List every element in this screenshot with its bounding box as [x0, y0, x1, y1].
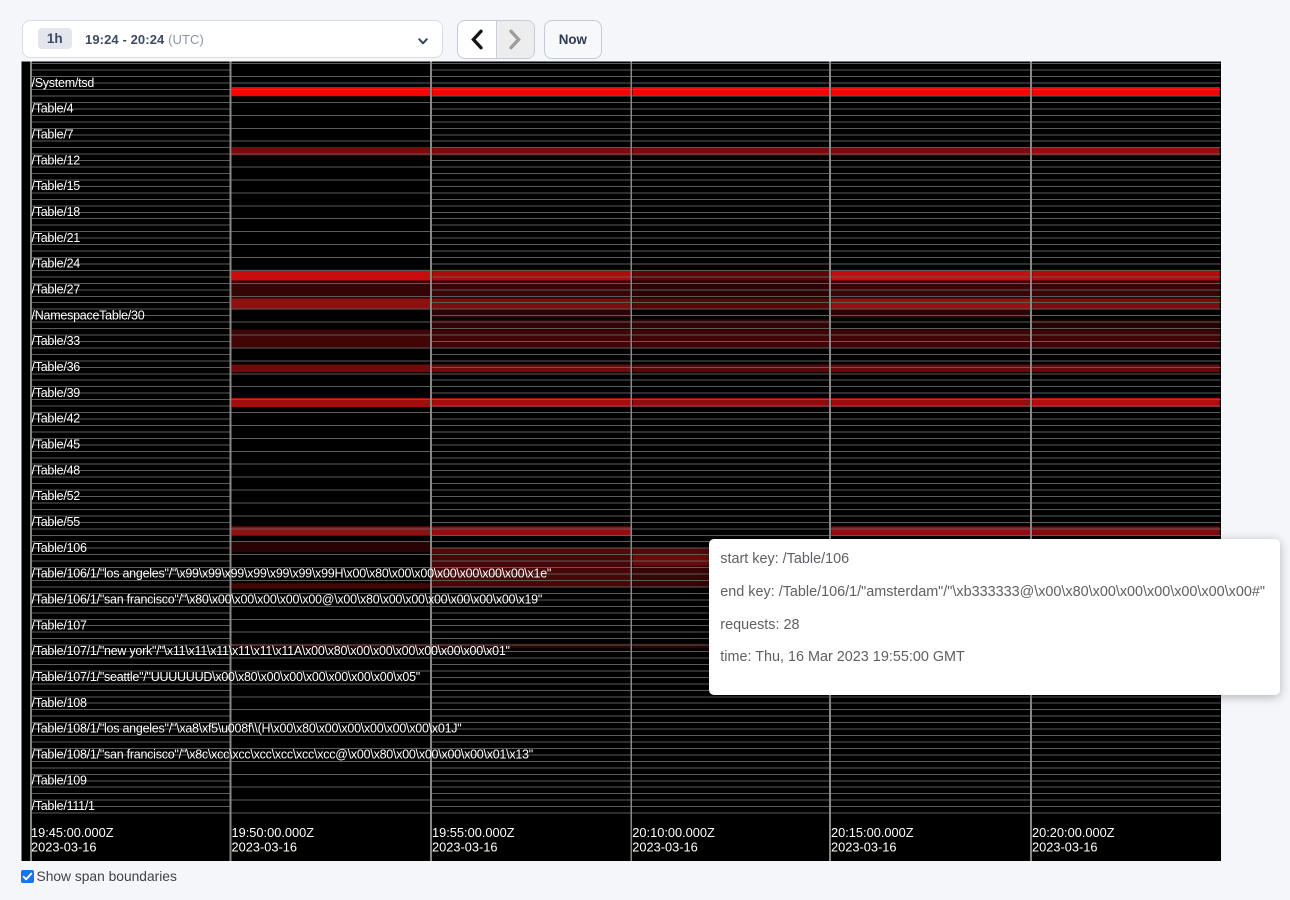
svg-text:/Table/18: /Table/18 [32, 205, 81, 219]
svg-text:/Table/42: /Table/42 [32, 412, 81, 426]
svg-text:/Table/27: /Table/27 [32, 283, 81, 297]
svg-text:2023-03-16: 2023-03-16 [31, 840, 96, 855]
svg-text:/Table/108/1/"san francisco"/": /Table/108/1/"san francisco"/"\x8c\xcc\x… [32, 747, 533, 761]
svg-text:20:10:00.000Z: 20:10:00.000Z [632, 825, 715, 840]
svg-text:2023-03-16: 2023-03-16 [232, 840, 297, 855]
svg-text:/Table/108/1/"los angeles"/"\x: /Table/108/1/"los angeles"/"\xa8\xf5\u00… [32, 722, 462, 736]
svg-text:/Table/45: /Table/45 [32, 438, 81, 452]
svg-text:/Table/52: /Table/52 [32, 489, 81, 503]
svg-text:/Table/55: /Table/55 [32, 515, 81, 529]
svg-text:/Table/107/1/"new york"/"\x11\: /Table/107/1/"new york"/"\x11\x11\x11\x1… [32, 644, 510, 658]
svg-text:/Table/106/1/"los angeles"/"\x: /Table/106/1/"los angeles"/"\x99\x99\x99… [32, 567, 552, 581]
svg-text:/Table/109: /Table/109 [32, 773, 87, 787]
svg-text:2023-03-16: 2023-03-16 [632, 840, 697, 855]
svg-text:/Table/4: /Table/4 [32, 102, 74, 116]
svg-text:/Table/12: /Table/12 [32, 153, 81, 167]
svg-text:/Table/36: /Table/36 [32, 360, 81, 374]
svg-text:19:55:00.000Z: 19:55:00.000Z [432, 825, 515, 840]
svg-text:/Table/106: /Table/106 [32, 541, 87, 555]
svg-text:/Table/107: /Table/107 [32, 618, 87, 632]
svg-text:/NamespaceTable/30: /NamespaceTable/30 [32, 308, 145, 322]
svg-text:/System/tsd: /System/tsd [32, 76, 95, 90]
svg-text:/Table/24: /Table/24 [32, 257, 81, 271]
svg-text:20:20:00.000Z: 20:20:00.000Z [1032, 825, 1115, 840]
svg-text:2023-03-16: 2023-03-16 [432, 840, 497, 855]
svg-text:20:15:00.000Z: 20:15:00.000Z [831, 825, 914, 840]
svg-text:/Table/108: /Table/108 [32, 696, 87, 710]
svg-text:2023-03-16: 2023-03-16 [831, 840, 896, 855]
svg-text:/Table/39: /Table/39 [32, 386, 81, 400]
svg-text:/Table/33: /Table/33 [32, 334, 81, 348]
svg-text:19:50:00.000Z: 19:50:00.000Z [232, 825, 315, 840]
svg-text:/Table/15: /Table/15 [32, 179, 81, 193]
svg-text:/Table/107/1/"seattle"/"UUUUUU: /Table/107/1/"seattle"/"UUUUUUD\x00\x80\… [32, 670, 420, 684]
svg-text:/Table/21: /Table/21 [32, 231, 81, 245]
svg-text:2023-03-16: 2023-03-16 [1032, 840, 1097, 855]
svg-text:19:45:00.000Z: 19:45:00.000Z [31, 825, 114, 840]
svg-text:/Table/106/1/"san francisco"/": /Table/106/1/"san francisco"/"\x80\x00\x… [32, 593, 543, 607]
svg-text:/Table/48: /Table/48 [32, 463, 81, 477]
svg-text:/Table/7: /Table/7 [32, 128, 74, 142]
svg-text:/Table/111/1: /Table/111/1 [32, 799, 96, 813]
